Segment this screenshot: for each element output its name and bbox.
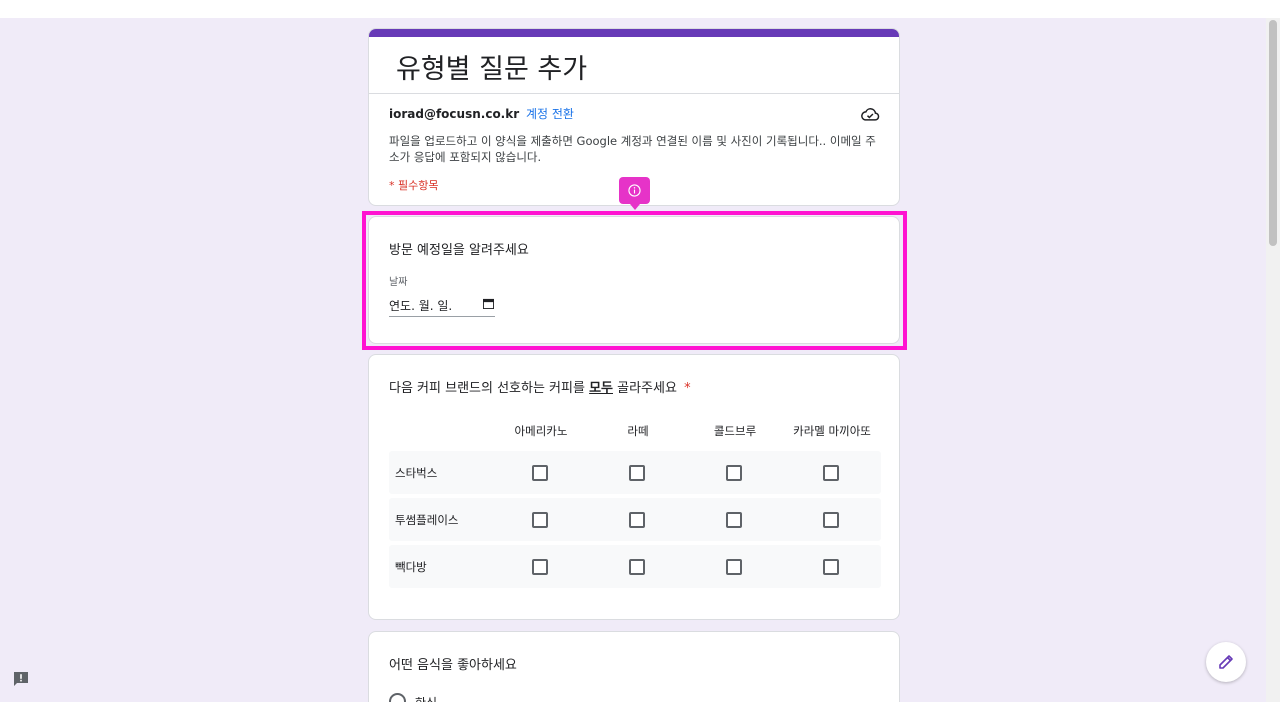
grid-checkbox[interactable] <box>823 512 839 528</box>
row-label: 스타벅스 <box>395 466 438 480</box>
grid-checkbox[interactable] <box>726 512 742 528</box>
grid-row: 빽다방 <box>389 545 881 588</box>
grid-checkbox[interactable] <box>823 465 839 481</box>
bottom-strip <box>0 702 1280 720</box>
column-header: 콜드브루 <box>713 424 757 438</box>
grid-row: 투썸플레이스 <box>389 498 881 541</box>
column-header: 아메리카노 <box>514 424 568 438</box>
scrollbar[interactable] <box>1266 18 1280 702</box>
row-label: 투썸플레이스 <box>395 513 459 527</box>
question-card-visit-date: 방문 예정일을 알려주세요 날짜 연도. 월. 일. <box>368 216 900 344</box>
row-label: 빽다방 <box>395 560 427 574</box>
switch-account-link[interactable]: 계정 전환 <box>526 107 574 121</box>
cloud-check-icon[interactable] <box>860 105 880 123</box>
edit-button[interactable] <box>1206 642 1246 682</box>
account-line: iorad@focusn.co.kr 계정 전환 <box>389 105 574 122</box>
info-icon <box>628 184 641 197</box>
question-title: 방문 예정일을 알려주세요 <box>389 243 529 258</box>
divider <box>369 93 899 94</box>
grid-checkbox[interactable] <box>532 559 548 575</box>
grid-checkbox[interactable] <box>532 465 548 481</box>
grid-row: 스타벅스 <box>389 451 881 494</box>
hint-bubble[interactable] <box>619 177 650 210</box>
pencil-icon <box>1219 655 1233 669</box>
date-placeholder: 연도. 월. 일. <box>389 299 453 313</box>
column-header: 카라멜 마끼아또 <box>793 424 871 438</box>
grid-checkbox[interactable] <box>629 512 645 528</box>
account-email: iorad@focusn.co.kr <box>389 107 520 121</box>
question-card-coffee: 다음 커피 브랜드의 선호하는 커피를 모두 골라주세요 * 아메리카노 라떼 … <box>368 354 900 620</box>
grid-checkbox[interactable] <box>629 465 645 481</box>
grid-checkbox[interactable] <box>726 465 742 481</box>
date-field-label: 날짜 <box>389 277 408 288</box>
grid-checkbox[interactable] <box>726 559 742 575</box>
accent-bar <box>369 29 899 37</box>
required-note: * 필수항목 <box>389 179 439 192</box>
date-input[interactable]: 연도. 월. 일. <box>389 295 495 317</box>
scrollbar-thumb[interactable] <box>1269 20 1277 246</box>
grid-checkbox[interactable] <box>629 559 645 575</box>
title-part: 골라주세요 <box>617 381 677 396</box>
column-header: 라떼 <box>627 424 649 438</box>
grid-checkbox[interactable] <box>532 512 548 528</box>
privacy-notice: 파일을 업로드하고 이 양식을 제출하면 Google 계정과 연결된 이름 및… <box>389 134 876 164</box>
top-strip <box>0 0 1280 18</box>
title-part: 다음 커피 브랜드의 선호하는 커피를 <box>389 381 585 396</box>
calendar-icon[interactable] <box>483 298 494 309</box>
question-title: 어떤 음식을 좋아하세요 <box>389 658 517 673</box>
required-asterisk: * <box>684 381 691 396</box>
feedback-icon[interactable] <box>12 670 30 688</box>
question-title: 다음 커피 브랜드의 선호하는 커피를 모두 골라주세요 * <box>389 377 691 396</box>
form-title: 유형별 질문 추가 <box>396 54 588 85</box>
title-emphasis: 모두 <box>589 381 613 396</box>
grid-checkbox[interactable] <box>823 559 839 575</box>
